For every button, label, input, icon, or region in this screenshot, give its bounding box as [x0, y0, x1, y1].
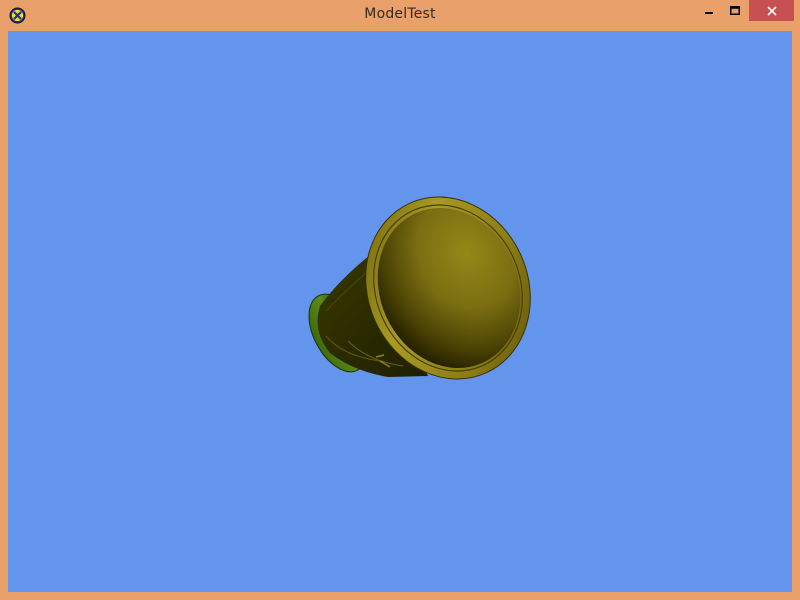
minimize-icon	[705, 11, 713, 14]
close-button[interactable]	[749, 0, 794, 21]
minimize-button[interactable]	[696, 0, 722, 21]
app-window: ModelTest	[0, 0, 800, 600]
title-bar[interactable]: ModelTest	[0, 0, 800, 31]
maximize-button[interactable]	[722, 0, 748, 21]
cup-model	[308, 196, 531, 380]
render-viewport[interactable]	[8, 31, 792, 592]
window-title: ModelTest	[364, 6, 436, 22]
maximize-icon	[730, 5, 740, 15]
close-icon	[766, 5, 777, 16]
